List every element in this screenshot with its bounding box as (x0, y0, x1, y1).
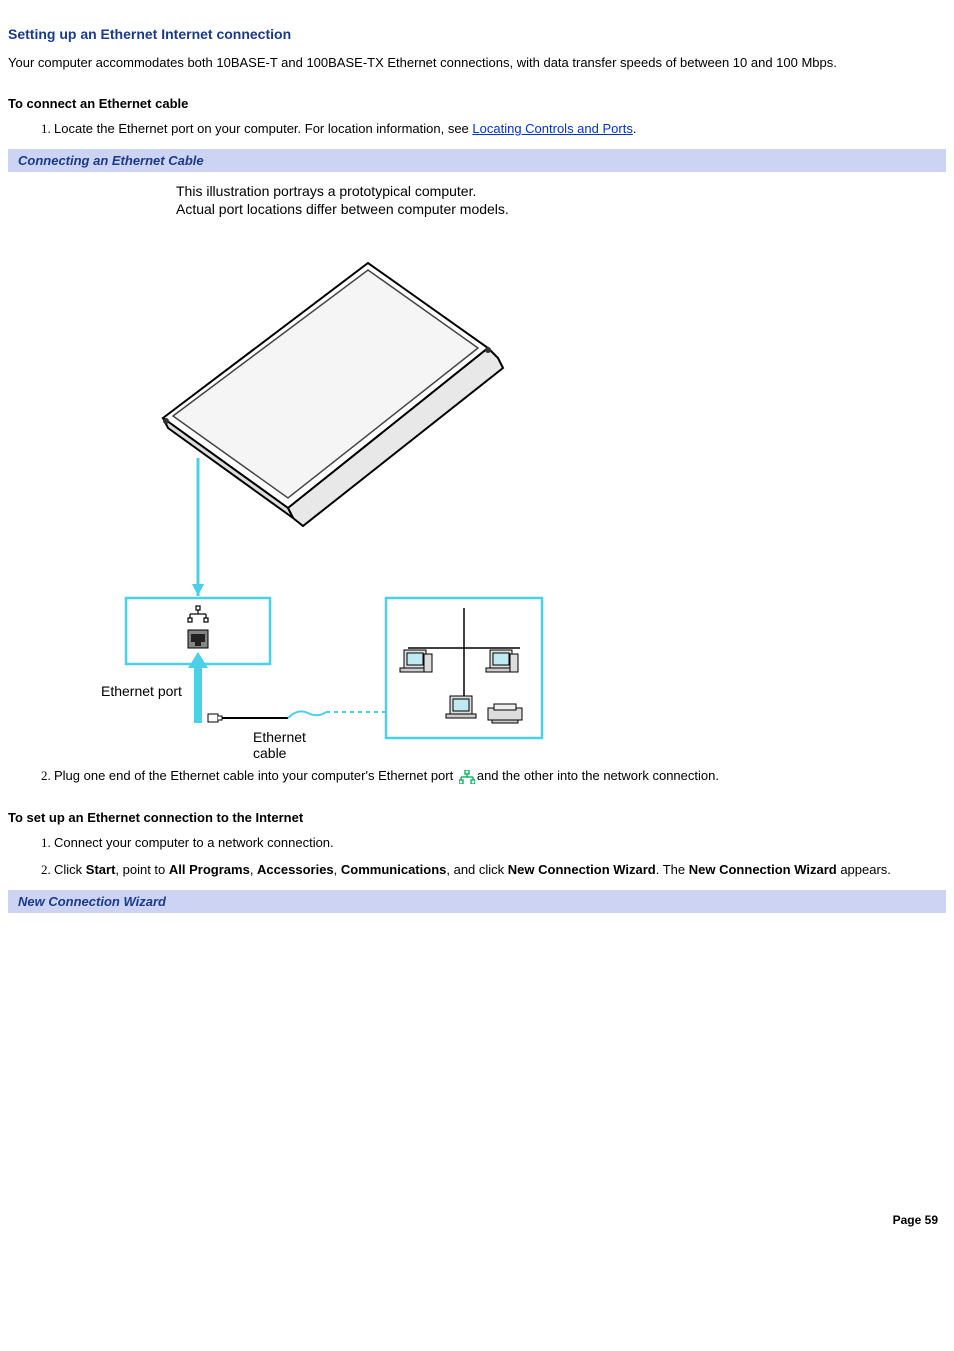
page-footer: Page 59 (8, 1213, 946, 1231)
ethernet-icon (459, 770, 475, 784)
illustration-block: This illustration portrays a prototypica… (8, 182, 946, 758)
banner-connecting-cable: Connecting an Ethernet Cable (8, 149, 946, 172)
caption-line2: Actual port locations differ between com… (176, 201, 509, 217)
label-ethernet-port: Ethernet port (101, 683, 182, 699)
caption-line1: This illustration portrays a prototypica… (176, 183, 476, 199)
step2-text-pre: Plug one end of the Ethernet cable into … (54, 768, 457, 783)
locating-controls-link[interactable]: Locating Controls and Ports (472, 121, 632, 136)
intro-paragraph: Your computer accommodates both 10BASE-T… (8, 54, 946, 72)
section1-heading: To connect an Ethernet cable (8, 96, 946, 111)
section2-step2: Click Start, point to All Programs, Acce… (54, 860, 946, 880)
illustration-caption: This illustration portrays a prototypica… (176, 182, 946, 218)
svg-text:cable: cable (253, 745, 287, 758)
section1-step2: Plug one end of the Ethernet cable into … (54, 766, 946, 786)
banner-new-connection-wizard: New Connection Wizard (8, 890, 946, 913)
step1-text-pre: Locate the Ethernet port on your compute… (54, 121, 472, 136)
label-ethernet-cable: Ethernet (253, 729, 306, 745)
section2-heading: To set up an Ethernet connection to the … (8, 810, 946, 825)
step2-text-post: and the other into the network connectio… (477, 768, 719, 783)
page-title: Setting up an Ethernet Internet connecti… (8, 26, 946, 42)
section2-step1: Connect your computer to a network conne… (54, 833, 946, 853)
ethernet-diagram: Ethernet port Ethernet cable (88, 218, 548, 758)
section1-step1: Locate the Ethernet port on your compute… (54, 119, 946, 139)
step1-text-post: . (633, 121, 637, 136)
network-computer-bottom (446, 696, 476, 718)
